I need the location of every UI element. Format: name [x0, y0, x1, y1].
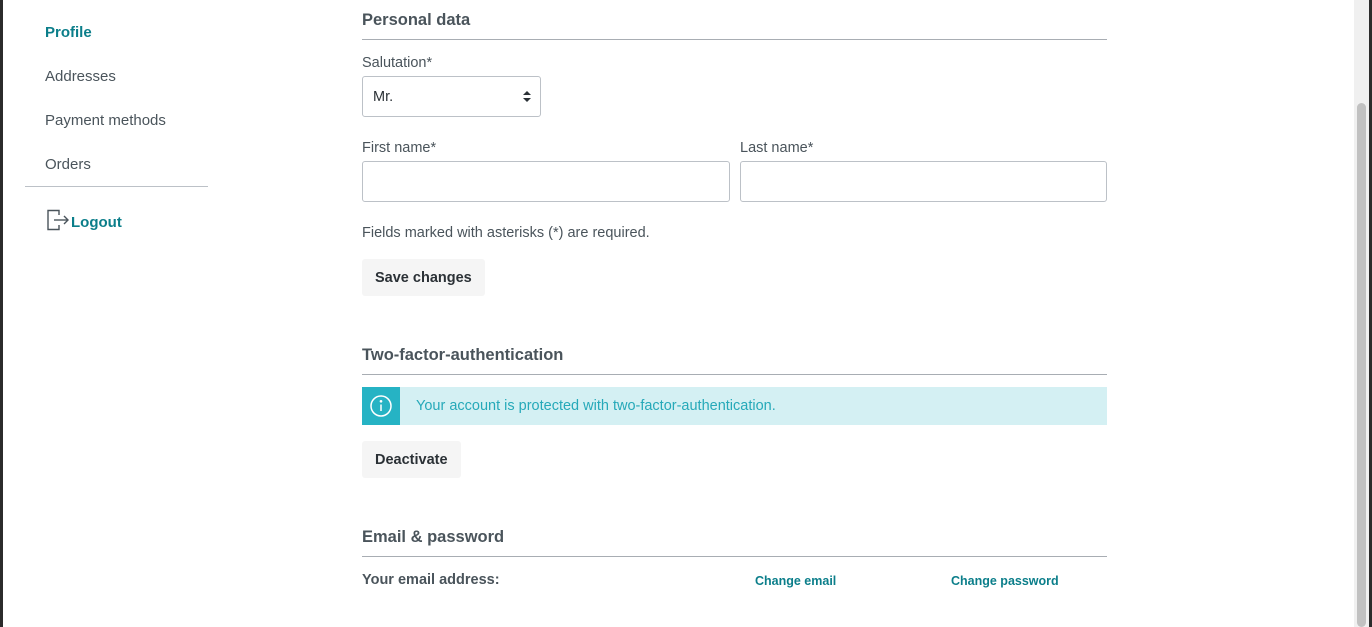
salutation-value: Mr.	[373, 89, 394, 105]
last-name-field[interactable]	[740, 161, 1107, 202]
info-icon	[362, 387, 400, 425]
salutation-select[interactable]: Mr.	[362, 76, 541, 117]
account-page: Profile Addresses Payment methods Orders…	[0, 0, 1372, 627]
personal-data-title: Personal data	[362, 11, 471, 29]
sidebar-item-payment-methods[interactable]: Payment methods	[45, 112, 166, 129]
two-factor-title: Two-factor-authentication	[362, 346, 564, 364]
email-address-label: Your email address:	[362, 572, 500, 588]
sidebar-item-addresses[interactable]: Addresses	[45, 68, 116, 85]
email-password-title: Email & password	[362, 528, 505, 546]
required-fields-hint: Fields marked with asterisks (*) are req…	[362, 225, 650, 241]
section-divider	[362, 556, 1107, 557]
first-name-label: First name*	[362, 140, 437, 156]
select-arrows-icon	[523, 91, 531, 102]
first-name-field[interactable]	[362, 161, 730, 202]
last-name-label: Last name*	[740, 140, 814, 156]
section-divider	[362, 39, 1107, 40]
logout-label: Logout	[71, 213, 122, 231]
salutation-label: Salutation*	[362, 55, 433, 71]
deactivate-button[interactable]: Deactivate	[362, 441, 461, 478]
save-changes-button[interactable]: Save changes	[362, 259, 485, 296]
sidebar-divider	[25, 186, 208, 187]
logout-icon	[45, 207, 71, 237]
change-password-link[interactable]: Change password	[951, 574, 1059, 588]
two-factor-info-alert: Your account is protected with two-facto…	[362, 387, 1107, 425]
sidebar-item-profile[interactable]: Profile	[45, 24, 92, 41]
logout-link[interactable]: Logout	[45, 207, 122, 237]
two-factor-alert-text: Your account is protected with two-facto…	[416, 398, 776, 414]
page-scrollbar[interactable]	[1354, 0, 1369, 627]
change-email-link[interactable]: Change email	[755, 574, 836, 588]
section-divider	[362, 374, 1107, 375]
sidebar-item-orders[interactable]: Orders	[45, 156, 91, 173]
scrollbar-thumb[interactable]	[1357, 103, 1366, 627]
